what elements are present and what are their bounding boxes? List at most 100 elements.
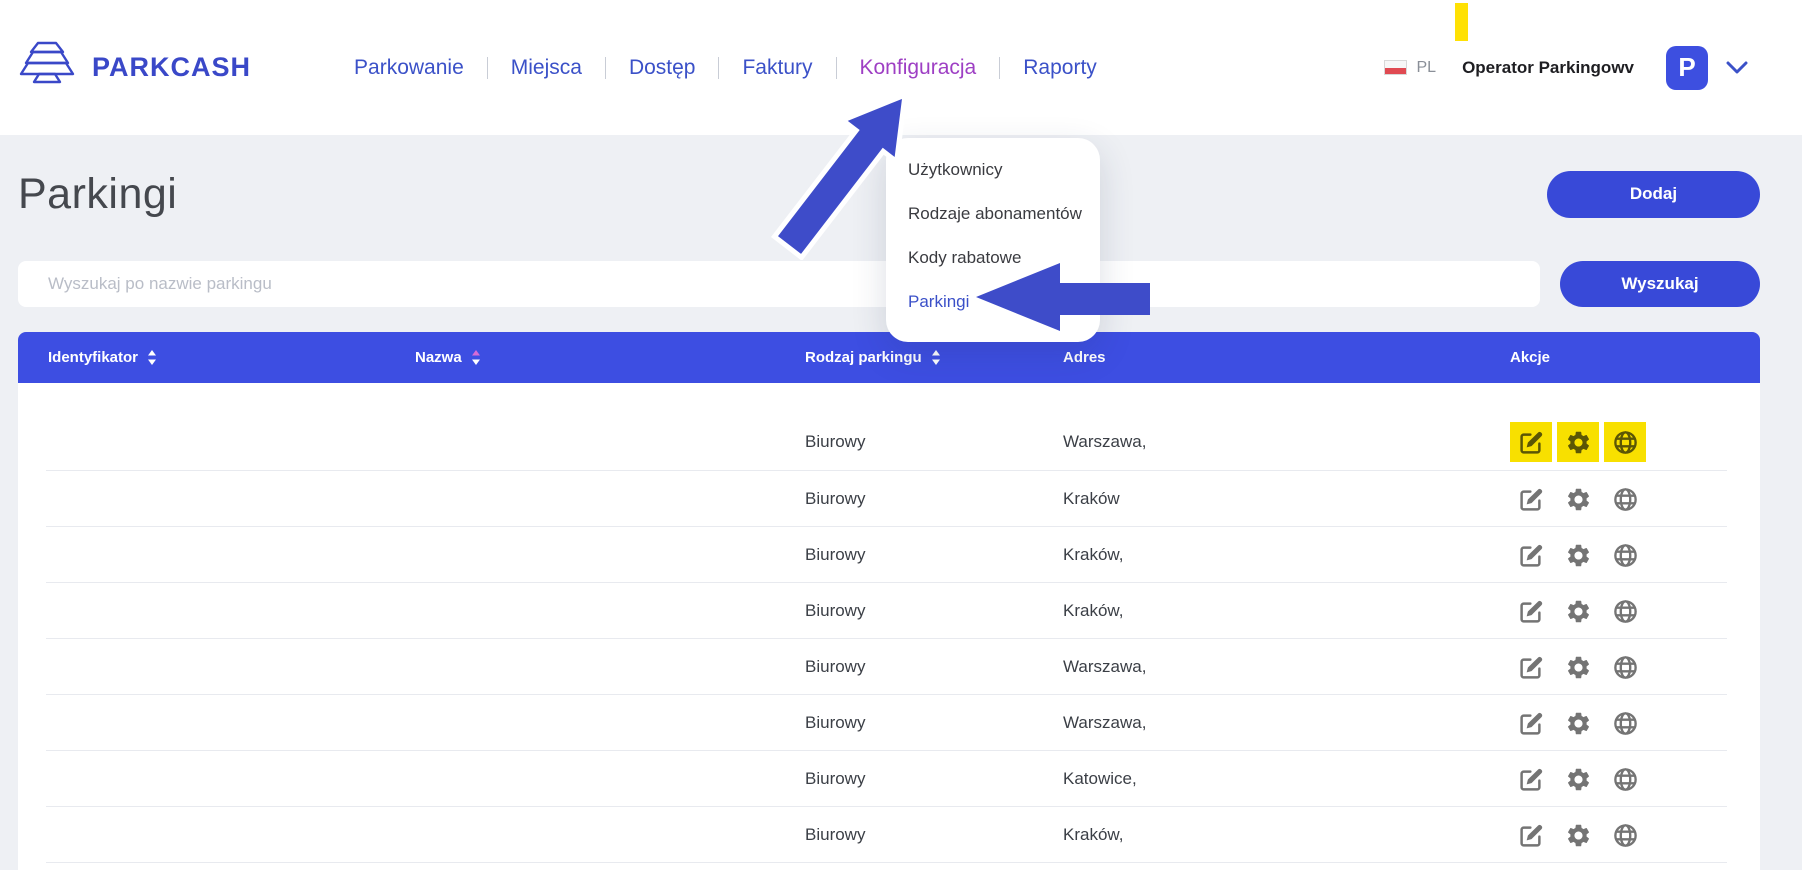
edit-icon[interactable] (1510, 815, 1552, 855)
cell-address: Warszawa, (1063, 657, 1510, 677)
cell-actions (1510, 591, 1760, 631)
globe-icon[interactable] (1604, 703, 1646, 743)
edit-icon[interactable] (1510, 759, 1552, 799)
search-button[interactable]: Wyszukaj (1560, 261, 1760, 307)
cell-parking-type: Biurowy (805, 545, 1063, 565)
sort-icon (147, 349, 157, 366)
table-row: BiurowyKraków, (18, 527, 1760, 583)
parkings-table: Identyfikator Nazwa Rodzaj parkingu Adres Ak… (18, 332, 1760, 870)
konfiguracja-dropdown-menu: UżytkownicyRodzaje abonamentówKody rabat… (886, 138, 1100, 342)
cell-address: Kraków, (1063, 601, 1510, 621)
avatar[interactable]: P (1666, 46, 1708, 90)
cell-parking-type: Biurowy (805, 769, 1063, 789)
table-row: BiurowyWarszawa, (18, 413, 1760, 471)
column-header-adres: Adres (1063, 349, 1510, 366)
cell-actions (1510, 479, 1760, 519)
nav-item-dostep[interactable]: Dostęp (606, 56, 719, 80)
globe-icon[interactable] (1604, 479, 1646, 519)
settings-icon[interactable] (1557, 535, 1599, 575)
column-header-nazwa[interactable]: Nazwa (415, 349, 805, 366)
cell-parking-type: Biurowy (805, 825, 1063, 845)
table-row: BiurowyWarszawa, (18, 695, 1760, 751)
edit-icon[interactable] (1510, 422, 1552, 462)
globe-icon[interactable] (1604, 647, 1646, 687)
cell-parking-type: Biurowy (805, 601, 1063, 621)
nav-item-faktury[interactable]: Faktury (719, 56, 835, 80)
menu-item-uzytkownicy[interactable]: Użytkownicy (886, 148, 1100, 192)
cell-address: Kraków, (1063, 825, 1510, 845)
search-input[interactable] (18, 261, 1540, 307)
globe-icon[interactable] (1604, 535, 1646, 575)
cell-actions (1510, 759, 1760, 799)
cell-actions (1510, 422, 1760, 462)
cell-address: Warszawa, (1063, 713, 1510, 733)
menu-item-kody-rabatowe[interactable]: Kody rabatowe (886, 236, 1100, 280)
globe-icon[interactable] (1604, 591, 1646, 631)
column-label: Akcje (1510, 349, 1550, 366)
table-header: Identyfikator Nazwa Rodzaj parkingu Adres Ak… (18, 332, 1760, 383)
edit-icon[interactable] (1510, 479, 1552, 519)
settings-icon[interactable] (1557, 591, 1599, 631)
globe-icon[interactable] (1604, 759, 1646, 799)
cell-parking-type: Biurowy (805, 657, 1063, 677)
edit-icon[interactable] (1510, 703, 1552, 743)
nav-item-raporty[interactable]: Raporty (1000, 56, 1120, 80)
cell-parking-type: Biurowy (805, 489, 1063, 509)
sort-icon (471, 349, 481, 366)
cell-address: Katowice, (1063, 769, 1510, 789)
column-label: Identyfikator (48, 349, 138, 366)
cell-actions (1510, 703, 1760, 743)
main-nav: ParkowanieMiejscaDostępFakturyKonfigurac… (331, 56, 1120, 80)
column-label: Nazwa (415, 349, 462, 366)
settings-icon[interactable] (1557, 815, 1599, 855)
cell-actions (1510, 815, 1760, 855)
brand: PARKCASH (18, 40, 251, 95)
nav-item-parkowanie[interactable]: Parkowanie (331, 56, 487, 80)
user-name: Operator Parkingowv (1462, 58, 1634, 78)
column-label: Adres (1063, 349, 1106, 366)
column-header-akcje: Akcje (1510, 349, 1760, 366)
table-row: BiurowyKraków, (18, 583, 1760, 639)
sort-icon (931, 349, 941, 366)
settings-icon[interactable] (1557, 422, 1599, 462)
cell-address: Kraków, (1063, 545, 1510, 565)
edit-icon[interactable] (1510, 647, 1552, 687)
table-row: BiurowyKraków, (18, 807, 1760, 863)
app-root: PARKCASH ParkowanieMiejscaDostępFakturyK… (0, 0, 1802, 870)
menu-item-rodzaje-abonamentow[interactable]: Rodzaje abonamentów (886, 192, 1100, 236)
cell-address: Warszawa, (1063, 432, 1510, 452)
chevron-down-icon[interactable] (1726, 61, 1748, 75)
brand-name[interactable]: PARKCASH (92, 52, 251, 83)
settings-icon[interactable] (1557, 703, 1599, 743)
cell-actions (1510, 535, 1760, 575)
column-label: Rodzaj parkingu (805, 349, 922, 366)
add-button[interactable]: Dodaj (1547, 171, 1760, 218)
table-row: BiurowyKraków (18, 471, 1760, 527)
language-code[interactable]: PL (1416, 59, 1436, 77)
page-title: Parkingi (18, 170, 177, 219)
settings-icon[interactable] (1557, 479, 1599, 519)
cell-actions (1510, 647, 1760, 687)
top-navigation-bar: PARKCASH ParkowanieMiejscaDostępFakturyK… (0, 0, 1802, 135)
edit-icon[interactable] (1510, 535, 1552, 575)
cell-parking-type: Biurowy (805, 432, 1063, 452)
globe-icon[interactable] (1604, 422, 1646, 462)
nav-item-miejsca[interactable]: Miejsca (488, 56, 605, 80)
cell-address: Kraków (1063, 489, 1510, 509)
nav-item-konfiguracja[interactable]: Konfiguracja (837, 56, 1000, 80)
settings-icon[interactable] (1557, 759, 1599, 799)
table-row: BiurowyKatowice, (18, 751, 1760, 807)
column-header-rodzaj-parkingu[interactable]: Rodzaj parkingu (805, 349, 1063, 366)
globe-icon[interactable] (1604, 815, 1646, 855)
edit-icon[interactable] (1510, 591, 1552, 631)
parkcash-logo-icon[interactable] (18, 40, 76, 95)
annotation-marker (1455, 3, 1468, 41)
settings-icon[interactable] (1557, 647, 1599, 687)
table-row: BiurowyWarszawa, (18, 639, 1760, 695)
column-header-identyfikator[interactable]: Identyfikator (18, 349, 415, 366)
menu-item-parkingi[interactable]: Parkingi (886, 280, 1100, 324)
cell-parking-type: Biurowy (805, 713, 1063, 733)
poland-flag-icon[interactable] (1384, 60, 1407, 75)
topbar-right: PL Operator Parkingowv P (1384, 46, 1748, 90)
table-body: BiurowyWarszawa,BiurowyKrakówBiurowyKrak… (18, 383, 1760, 870)
